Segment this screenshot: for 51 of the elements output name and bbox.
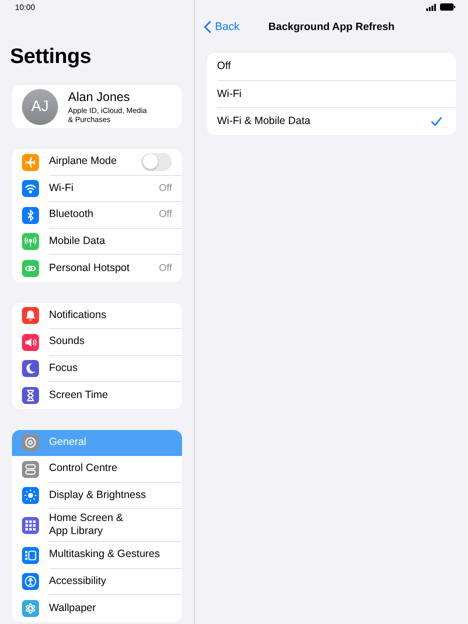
option-row[interactable]: Wi-Fi & Mobile Data	[217, 108, 456, 134]
item-label: Bluetooth	[49, 208, 94, 222]
sidebar-item[interactable]: Wi-Fi Off	[12, 176, 182, 202]
sidebar-item[interactable]: Display & Brightness	[12, 482, 182, 509]
option-row[interactable]: Off	[217, 53, 456, 80]
item-label: Mobile Data	[49, 234, 106, 248]
chevron-icon	[204, 21, 211, 33]
item-value: Off	[158, 209, 172, 220]
sidebar-item[interactable]: Bluetooth Off	[12, 202, 182, 228]
checkmark-icon	[431, 116, 442, 126]
battery-icon	[440, 3, 456, 11]
toggle-switch[interactable]	[141, 152, 172, 171]
sidebar-item[interactable]: Personal Hotspot Off	[12, 255, 182, 282]
item-label: Screen Time	[49, 388, 108, 402]
profile-name: Alan Jones	[68, 90, 131, 104]
item-label: Display & Brightness	[49, 488, 146, 502]
item-value: Off	[158, 262, 172, 274]
item-label: Accessibility	[49, 574, 106, 588]
sidebar-item[interactable]: Accessibility	[12, 568, 182, 595]
sidebar-item[interactable]: Multitasking & Gestures	[12, 542, 182, 568]
sidebar-item[interactable]: Airplane Mode	[12, 149, 182, 176]
item-label: Focus	[49, 362, 78, 375]
sidebar-item[interactable]: Home Screen & App Library	[12, 509, 182, 542]
item-label: Notifications	[49, 308, 106, 322]
option-label: Wi-Fi & Mobile Data	[217, 115, 310, 128]
sidebar-item[interactable]: Notifications	[12, 302, 182, 329]
sidebar-item[interactable]: Screen Time	[12, 382, 182, 408]
sidebar-item[interactable]: Focus	[12, 356, 182, 382]
signal-icon	[426, 4, 437, 10]
avatar: AJ	[22, 88, 58, 124]
status-time: 10:00	[14, 2, 36, 12]
item-label: Wallpaper	[49, 602, 96, 615]
back-button[interactable]: Back	[204, 21, 240, 33]
sidebar-item[interactable]: Sounds	[12, 329, 182, 356]
item-label: Multitasking & Gestures	[49, 548, 160, 562]
option-row[interactable]: Wi-Fi	[217, 80, 456, 108]
sidebar-title: Settings	[10, 44, 92, 70]
item-label: Airplane Mode	[49, 155, 117, 168]
option-label: Wi-Fi	[217, 88, 242, 100]
item-label: Sounds	[49, 335, 85, 348]
item-label: Home Screen & App Library	[49, 512, 124, 538]
sidebar-item[interactable]: Wallpaper	[12, 595, 182, 622]
sidebar-item[interactable]: Mobile Data	[12, 228, 182, 255]
option-label: Off	[217, 60, 231, 72]
item-label: Personal Hotspot	[49, 262, 130, 275]
page-title: Background App Refresh	[268, 21, 395, 33]
item-label: General	[49, 436, 86, 449]
item-label: Control Centre	[49, 462, 118, 476]
sidebar-item[interactable]: Control Centre	[12, 456, 182, 482]
item-label: Wi-Fi	[49, 182, 74, 195]
item-value: Off	[158, 182, 172, 194]
